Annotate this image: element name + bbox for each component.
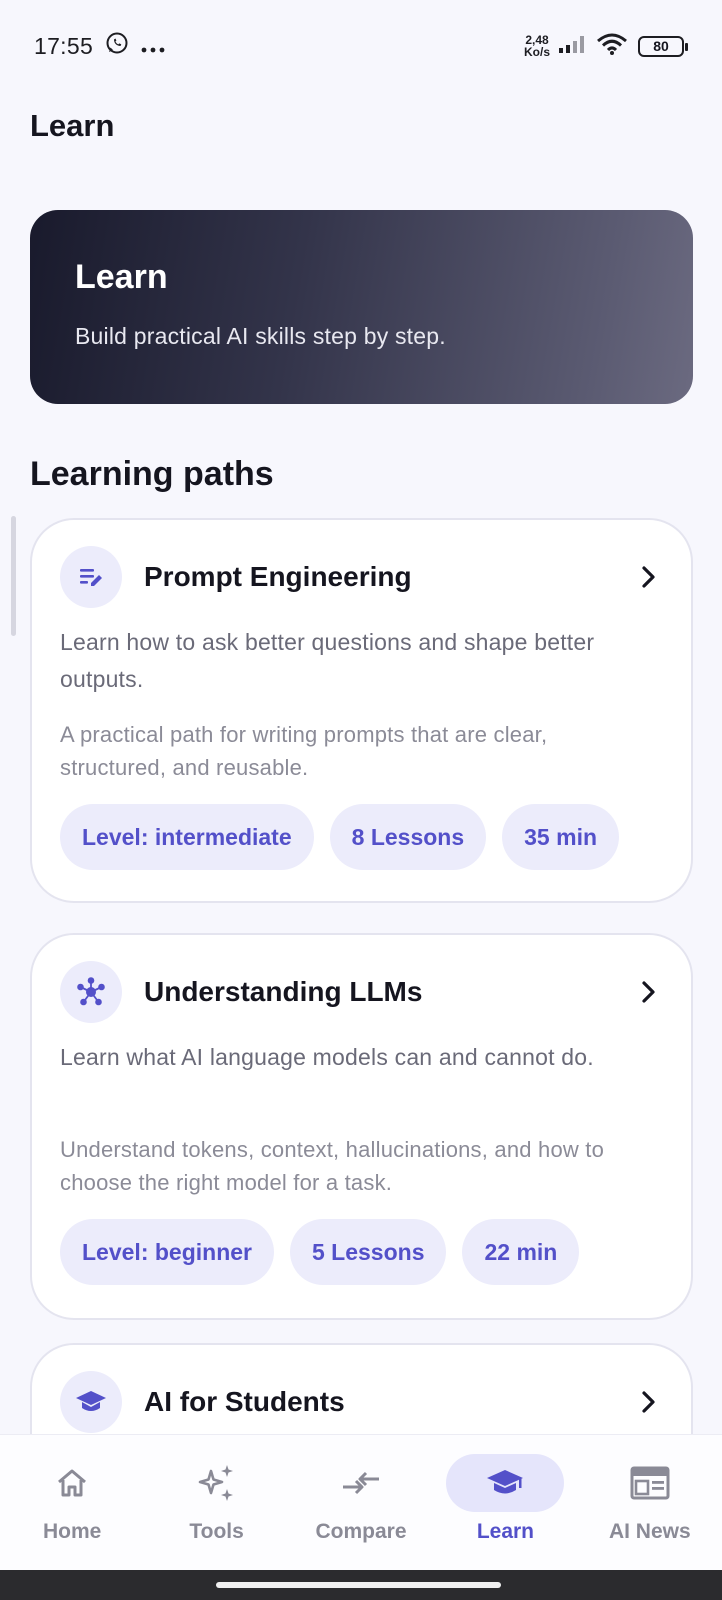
duration-chip: 35 min xyxy=(502,804,620,870)
status-left: 17:55 xyxy=(34,31,165,61)
lessons-chip: 8 Lessons xyxy=(329,804,487,870)
lessons-chip: 5 Lessons xyxy=(289,1219,447,1285)
network-hub-icon xyxy=(60,961,122,1023)
card-chips: Level: intermediate 8 Lessons 35 min xyxy=(60,804,620,870)
chevron-right-icon[interactable] xyxy=(637,565,661,589)
graduation-cap-icon xyxy=(60,1371,122,1433)
nav-label: Home xyxy=(43,1520,102,1543)
battery-icon: 80 xyxy=(638,35,688,57)
duration-chip: 22 min xyxy=(462,1219,580,1285)
whatsapp-icon xyxy=(105,31,129,61)
hero-subtitle: Build practical AI skills step by step. xyxy=(75,323,446,349)
net-speed: 2,48 Ko/s xyxy=(524,34,550,58)
nav-label: Tools xyxy=(189,1520,244,1543)
card-title: AI for Students xyxy=(144,1386,345,1417)
nav-home[interactable]: Home xyxy=(0,1435,144,1570)
net-speed-unit: Ko/s xyxy=(523,45,550,59)
nav-label: AI News xyxy=(608,1520,691,1543)
bottom-navigation: Home Tools Compare Learn AI News xyxy=(0,1434,722,1570)
chevron-right-icon[interactable] xyxy=(637,980,661,1004)
wifi-icon xyxy=(596,32,628,61)
graduation-cap-icon xyxy=(446,1454,565,1512)
status-right: 2,48 Ko/s 80 xyxy=(524,32,688,61)
card-description: Understand tokens, context, hallucinatio… xyxy=(60,1137,605,1195)
level-chip: Level: beginner xyxy=(60,1219,274,1285)
nav-ai-news[interactable]: AI News xyxy=(578,1435,722,1570)
card-summary: Learn what AI language models can and ca… xyxy=(60,1044,594,1070)
newspaper-icon xyxy=(591,1454,709,1512)
card-title: Prompt Engineering xyxy=(144,561,412,592)
status-bar: 17:55 2,48 Ko/s 80 xyxy=(0,0,722,92)
battery-level: 80 xyxy=(653,38,669,54)
chevron-right-icon[interactable] xyxy=(637,1390,661,1414)
system-gesture-bar xyxy=(0,1570,722,1600)
home-icon xyxy=(13,1454,131,1512)
scrollbar[interactable] xyxy=(11,516,16,636)
compare-arrows-icon xyxy=(302,1454,420,1512)
page-title: Learn xyxy=(30,108,115,143)
card-header: AI for Students xyxy=(60,1371,661,1433)
nav-label: Learn xyxy=(476,1520,535,1543)
card-header: Understanding LLMs xyxy=(60,961,661,1023)
nav-tools[interactable]: Tools xyxy=(144,1435,288,1570)
nav-label: Compare xyxy=(315,1520,407,1543)
sparkles-icon xyxy=(158,1454,276,1512)
card-description: A practical path for writing prompts tha… xyxy=(60,722,548,780)
card-title: Understanding LLMs xyxy=(144,976,423,1007)
hero-title: Learn xyxy=(75,258,168,296)
signal-icon xyxy=(558,34,588,59)
section-title: Learning paths xyxy=(30,455,274,493)
status-time: 17:55 xyxy=(34,32,94,59)
gesture-handle[interactable] xyxy=(216,1582,501,1588)
card-chips: Level: beginner 5 Lessons 22 min xyxy=(60,1219,580,1285)
level-chip: Level: intermediate xyxy=(60,804,314,870)
card-summary: Learn how to ask better questions and sh… xyxy=(60,629,595,692)
nav-learn[interactable]: Learn xyxy=(433,1435,577,1570)
nav-compare[interactable]: Compare xyxy=(289,1435,433,1570)
edit-note-icon xyxy=(60,546,122,608)
hero-banner: Learn Build practical AI skills step by … xyxy=(30,210,693,404)
more-dots-icon xyxy=(141,33,165,60)
card-header: Prompt Engineering xyxy=(60,546,661,608)
learning-path-card[interactable]: Prompt Engineering Learn how to ask bett… xyxy=(30,518,693,903)
learning-path-card[interactable]: Understanding LLMs Learn what AI languag… xyxy=(30,933,693,1320)
